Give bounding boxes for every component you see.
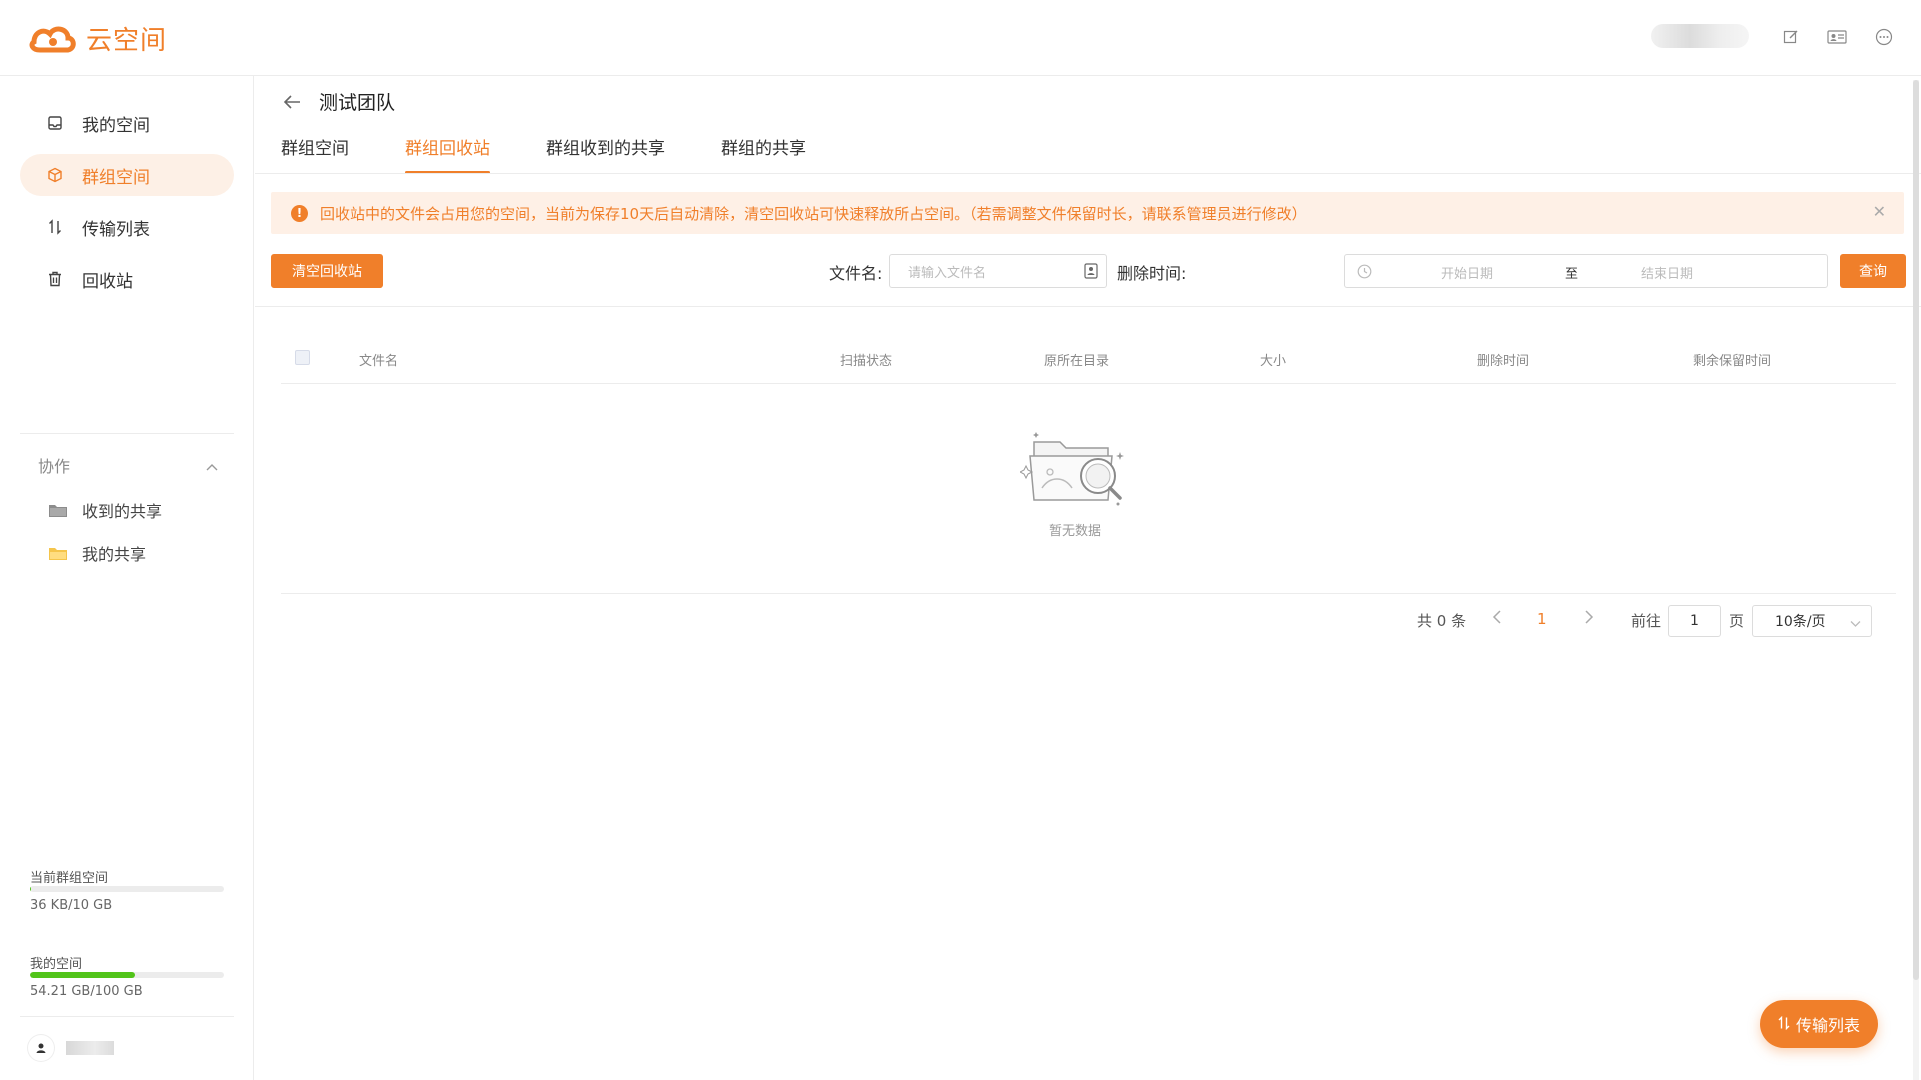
collab-item-label: 收到的共享 [82,502,163,521]
storage-label-personal: 我的空间 [30,957,83,972]
avatar[interactable] [28,1035,54,1061]
query-button[interactable]: 查询 [1840,254,1906,288]
recycle-alert: ! 回收站中的文件会占用您的空间，当前为保存10天后自动清除，清空回收站可快速释… [271,192,1904,234]
edit-icon[interactable] [1780,26,1802,48]
filename-placeholder: 请输入文件名 [908,265,987,281]
back-arrow-icon[interactable] [281,91,303,113]
next-page-icon[interactable] [1584,610,1594,624]
sidebar-divider [20,1016,234,1017]
storage-value-group: 36 KB/10 GB [30,898,113,913]
tab-group-received-shares[interactable]: 群组收到的共享 [546,136,665,174]
top-header: 云空间 [0,0,1921,76]
floating-button-label: 传输列表 [1795,1016,1860,1035]
date-range-picker[interactable]: 开始日期 至 结束日期 [1344,254,1828,288]
floating-transfer-list-button[interactable]: 传输列表 [1760,1000,1878,1048]
pagination-total: 共 0 条 [1417,612,1467,630]
collab-item-label: 我的共享 [82,545,147,564]
sidebar-item-transfer-list[interactable]: 传输列表 [20,206,234,248]
filename-filter-label: 文件名: [829,264,883,283]
folder-icon [48,545,68,561]
sidebar-user[interactable] [28,1035,114,1061]
column-header-filename[interactable]: 文件名 [359,350,398,369]
scrollbar-thumb[interactable] [1913,80,1919,980]
app-name: 云空间 [86,26,168,56]
collab-item-received-shares[interactable]: 收到的共享 [48,498,162,522]
trash-icon [46,270,64,288]
collab-item-my-shares[interactable]: 我的共享 [48,541,146,565]
storage-label-group: 当前群组空间 [30,871,109,886]
column-header-retention-time[interactable]: 剩余保留时间 [1693,350,1771,369]
alert-text: 回收站中的文件会占用您的空间，当前为保存10天后自动清除，清空回收站可快速释放所… [320,204,1307,223]
date-range-separator: 至 [1565,267,1579,282]
contact-card-icon [1084,263,1098,283]
sidebar-item-recycle-bin[interactable]: 回收站 [20,258,234,300]
sidebar: 我的空间 群组空间 传输列表 回收站 协作 收到的共享 我的共享 当前群组空间 … [0,76,254,1080]
close-icon[interactable]: ✕ [1873,202,1886,221]
storage-value-personal: 54.21 GB/100 GB [30,984,143,999]
goto-page-input[interactable]: 1 [1668,605,1721,637]
folder-icon [48,502,68,518]
filename-input[interactable]: 请输入文件名 [889,254,1107,288]
empty-folder-search-icon [1018,432,1124,506]
start-date-input[interactable]: 开始日期 [1441,263,1493,282]
user-name-blurred[interactable] [1651,24,1749,48]
page-suffix: 页 [1729,612,1745,630]
chevron-down-icon [1850,616,1861,632]
empty-state: 暂无数据 [1015,426,1135,539]
sidebar-item-label: 回收站 [82,271,133,292]
inbox-icon [46,114,64,132]
prev-page-icon[interactable] [1492,610,1502,624]
chevron-up-icon[interactable] [206,456,218,475]
end-date-input[interactable]: 结束日期 [1641,263,1693,282]
tab-group-space[interactable]: 群组空间 [281,136,349,174]
id-card-icon[interactable] [1826,26,1848,48]
collab-section-header[interactable]: 协作 [38,453,218,477]
sidebar-divider [20,433,234,434]
page-title: 测试团队 [319,92,396,114]
collab-title: 协作 [38,457,71,476]
page-title-row: 测试团队 [281,88,395,115]
sidebar-item-label: 我的空间 [82,115,150,136]
storage-fill-group [30,886,31,892]
vertical-scrollbar[interactable] [1913,80,1919,1080]
tab-group-recycle-bin[interactable]: 群组回收站 [405,136,490,174]
column-header-delete-time[interactable]: 删除时间 [1477,350,1529,369]
warning-icon: ! [291,204,308,222]
table-bottom-line [281,593,1896,594]
clock-icon [1357,264,1372,283]
sidebar-item-group-space[interactable]: 群组空间 [20,154,234,196]
tabs-divider [255,173,1921,174]
tab-bar: 群组空间 群组回收站 群组收到的共享 群组的共享 [281,136,862,174]
table-header: 文件名 扫描状态 原所在目录 大小 删除时间 剩余保留时间 [281,332,1896,384]
page-size-value: 10条/页 [1775,614,1826,630]
app-logo[interactable]: 云空间 [28,20,167,57]
sidebar-item-label: 传输列表 [82,219,150,240]
transfer-icon [46,218,64,236]
clear-recycle-bin-button[interactable]: 清空回收站 [271,254,383,288]
delete-time-filter-label: 删除时间: [1117,264,1187,283]
transfer-icon [1778,1015,1790,1034]
storage-bar-personal [30,972,224,978]
storage-fill-personal [30,972,136,978]
column-header-original-dir[interactable]: 原所在目录 [1044,350,1109,369]
more-icon[interactable] [1873,26,1895,48]
user-name-blurred [66,1041,114,1055]
tab-group-shares[interactable]: 群组的共享 [721,136,806,174]
sidebar-item-my-space[interactable]: 我的空间 [20,102,234,144]
column-header-size[interactable]: 大小 [1260,350,1286,369]
sidebar-item-label: 群组空间 [82,167,150,188]
page-size-select[interactable]: 10条/页 [1752,605,1872,637]
select-all-checkbox[interactable] [295,350,310,365]
page-number-current[interactable]: 1 [1537,610,1547,628]
storage-bar-group [30,886,224,892]
column-header-scan-status[interactable]: 扫描状态 [840,350,892,369]
empty-text: 暂无数据 [1048,524,1101,539]
cube-icon [46,166,64,184]
goto-label: 前往 [1631,612,1662,630]
cloud-logo-icon [29,26,76,52]
main-content: 测试团队 群组空间 群组回收站 群组收到的共享 群组的共享 ! 回收站中的文件会… [255,76,1921,1080]
section-divider [255,306,1921,307]
